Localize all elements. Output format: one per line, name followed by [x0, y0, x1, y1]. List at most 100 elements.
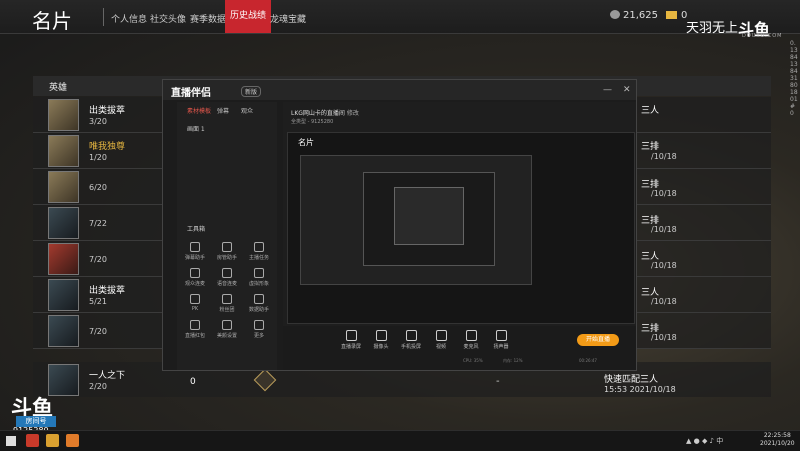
clock-time: 22:25:58 — [763, 432, 791, 439]
tool-item[interactable]: 粉丝团 — [217, 294, 237, 313]
tool-item[interactable]: 语音连麦 — [217, 268, 237, 287]
camera-button[interactable]: 摄像头 — [369, 330, 393, 350]
phone-cast-button[interactable]: 手机投屏 — [399, 330, 423, 350]
start-icon[interactable] — [6, 436, 16, 446]
match-date: /10/18 — [651, 189, 677, 198]
rank-title: 唯我独尊 — [89, 142, 126, 152]
tool-item[interactable]: 房管助手 — [217, 242, 237, 261]
tool-item[interactable]: 观众连麦 — [185, 268, 205, 287]
coin-balance: 21,625 — [610, 10, 658, 21]
tray-icons[interactable]: ▲ ● ◆ ♪ 中 — [686, 436, 723, 446]
toolbox-label: 工具箱 — [187, 226, 206, 233]
tool-icon — [222, 320, 232, 330]
memory-stat: 内存: 12% — [503, 358, 523, 363]
tool-icon — [222, 268, 232, 278]
tool-icon — [190, 268, 200, 278]
tab-danmu[interactable]: 弹幕 — [217, 106, 229, 115]
app-icon[interactable] — [26, 434, 39, 447]
clock-date: 2021/10/20 — [760, 440, 795, 447]
hero-avatar — [48, 279, 79, 311]
kda: 2/20 — [89, 382, 107, 391]
coin-value: 21,625 — [623, 10, 658, 21]
tab-audience[interactable]: 观众 — [241, 106, 253, 115]
microphone-button[interactable]: 麦克风 — [459, 330, 483, 350]
taskbar: ▲ ● ◆ ♪ 中 22:25:58 2021/10/20 — [0, 430, 800, 451]
tool-icon — [254, 320, 264, 330]
hero-avatar — [48, 315, 79, 347]
coin-icon — [610, 10, 620, 19]
live-timer: 00:26:47 — [579, 358, 597, 363]
tool-item[interactable]: 美颜设置 — [217, 320, 237, 339]
match-mode: 三人 — [641, 106, 660, 116]
tool-icon — [254, 268, 264, 278]
minimize-icon[interactable]: — — [603, 85, 612, 95]
recursive-preview — [363, 172, 495, 266]
hero-avatar — [48, 135, 79, 167]
tool-item[interactable]: 主播任务 — [249, 242, 269, 261]
tab-match-history[interactable]: 历史战绩 — [225, 0, 272, 33]
speaker-icon — [495, 330, 507, 341]
match-time: 15:53 2021/10/18 — [604, 385, 676, 394]
cpu-stat: CPU: 35% — [463, 358, 483, 363]
phone-icon — [405, 330, 417, 341]
kda: 7/20 — [89, 327, 107, 336]
scene-label[interactable]: 画面 1 — [187, 124, 205, 133]
score-value: 0 — [190, 377, 196, 387]
app-icon[interactable] — [46, 434, 59, 447]
close-icon[interactable]: ✕ — [623, 85, 631, 95]
tool-item[interactable]: 弹幕助手 — [185, 242, 205, 261]
tool-icon — [254, 294, 264, 304]
screen-capture-button[interactable]: 直播录屏 — [339, 330, 363, 350]
preview-title: 名片 — [298, 138, 314, 147]
tool-icon — [190, 294, 200, 304]
recursive-preview — [300, 155, 532, 285]
stream-preview[interactable]: 名片 — [287, 132, 635, 324]
streaming-app-main: LKG网山卡的直播间 修改 全类型 - 9125280 名片 直播录屏 摄像头 … — [283, 102, 636, 370]
streamer-name: 天羽无上 — [686, 21, 739, 36]
douyu-domain: DOUYU.COM — [742, 33, 783, 39]
tool-item[interactable]: 直播红包 — [185, 320, 205, 339]
app-icon[interactable] — [66, 434, 79, 447]
video-icon — [435, 330, 447, 341]
rank-title: 出类拔萃 — [89, 106, 126, 116]
tab-templates[interactable]: 素材模板 — [187, 106, 211, 115]
video-button[interactable]: 视频 — [429, 330, 453, 350]
tool-icon — [222, 294, 232, 304]
match-date: /10/18 — [651, 152, 677, 161]
kda: 1/20 — [89, 153, 107, 162]
tool-item[interactable]: 虚拟形象 — [249, 268, 269, 287]
list-header-label: 英雄 — [49, 83, 68, 93]
kda: 7/22 — [89, 219, 107, 228]
rank-title: 一人之下 — [89, 371, 126, 381]
gold-icon — [666, 11, 677, 19]
streaming-app-sidebar: 素材模板 弹幕 观众 画面 1 工具箱 弹幕助手 房管助手 主播任务 观众连麦 … — [177, 102, 277, 370]
tab-dragon-treasure[interactable]: 龙魂宝藏 — [270, 12, 306, 25]
hero-avatar — [48, 99, 79, 131]
kda: 3/20 — [89, 117, 107, 126]
go-live-button[interactable]: 开始直播 — [577, 334, 619, 346]
page-title: 名片 — [32, 9, 72, 33]
microphone-icon — [465, 330, 477, 341]
monitor-icon — [345, 330, 357, 341]
recursive-preview — [394, 187, 464, 245]
kda: 5/21 — [89, 297, 107, 306]
hero-avatar — [48, 207, 79, 239]
tool-icon — [254, 242, 264, 252]
tool-item[interactable]: PK — [185, 294, 205, 312]
match-mode: 快速匹配三人 — [604, 375, 659, 385]
room-subtitle: 全类型 - 9125280 — [291, 119, 334, 125]
tool-icon — [190, 320, 200, 330]
camera-icon — [375, 330, 387, 341]
kda: 7/20 — [89, 255, 107, 264]
system-clock[interactable]: 22:25:58 2021/10/20 — [760, 432, 795, 448]
tab-season-data[interactable]: 赛季数据 — [190, 12, 226, 25]
tool-icon — [190, 242, 200, 252]
streaming-app-window[interactable]: 直播伴侣 新版 — ✕ 素材模板 弹幕 观众 画面 1 工具箱 弹幕助手 房管助… — [162, 79, 637, 371]
tab-social-avatar[interactable]: 社交头像 — [150, 12, 186, 25]
hero-avatar — [48, 171, 79, 203]
side-watermark: 0.1384138431801801#0 — [790, 40, 798, 117]
speaker-button[interactable]: 扬声器 — [489, 330, 513, 350]
tool-item[interactable]: 数据助手 — [249, 294, 269, 313]
tool-item[interactable]: 更多 — [249, 320, 269, 339]
tab-personal-info[interactable]: 个人信息 — [111, 12, 147, 25]
